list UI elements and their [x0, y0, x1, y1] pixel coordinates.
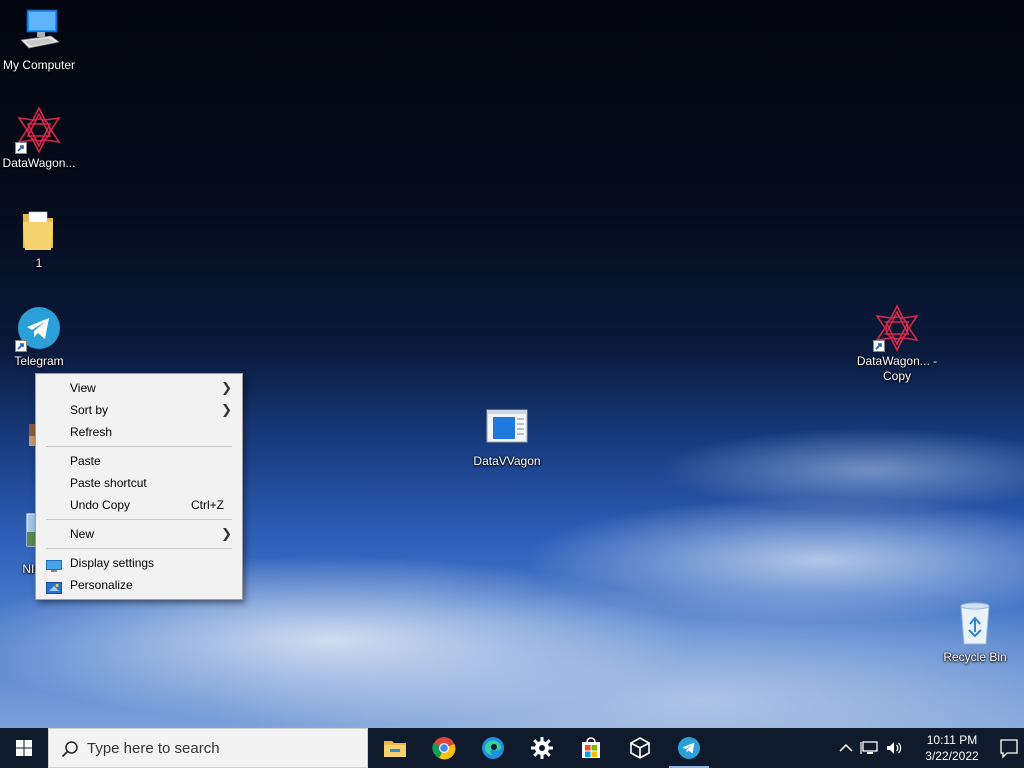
taskbar: 10:11 PM 3/22/2022 [0, 728, 1024, 768]
taskbar-file-explorer[interactable] [371, 728, 419, 768]
menu-item-label: Refresh [70, 425, 113, 439]
cube-icon [630, 737, 650, 759]
menu-item-undo-copy[interactable]: Undo Copy Ctrl+Z [36, 494, 242, 516]
menu-item-paste-shortcut[interactable]: Paste shortcut [36, 472, 242, 494]
icon-label: 1 [35, 256, 43, 270]
taskbar-microsoft-store[interactable] [567, 728, 615, 768]
chevron-right-icon: ❯ [221, 402, 232, 417]
clock-time: 10:11 PM [926, 733, 978, 747]
menu-item-refresh[interactable]: Refresh [36, 421, 242, 443]
desktop-context-menu: View ❯ Sort by ❯ Refresh Paste Paste sho… [35, 373, 243, 600]
edge-icon [482, 737, 504, 759]
taskbar-3d-box[interactable] [616, 728, 664, 768]
menu-item-label: Sort by [70, 403, 109, 417]
chevron-right-icon: ❯ [221, 380, 232, 395]
volume-icon [887, 742, 902, 754]
menu-item-label: Paste shortcut [70, 476, 147, 490]
menu-item-display-settings[interactable]: Display settings [36, 552, 242, 574]
icon-label: DataVVagon [473, 454, 541, 468]
store-icon [582, 737, 600, 758]
desktop[interactable]: My Computer DataWagon... 1 Telegram NIG … [0, 0, 1024, 728]
taskbar-search-box[interactable] [48, 728, 368, 768]
menu-item-label: View [70, 381, 96, 395]
recycle-bin-icon [951, 600, 999, 648]
icon-label: My Computer [2, 58, 76, 72]
icon-label: Recycle Bin [943, 650, 1007, 664]
menu-item-sort-by[interactable]: Sort by ❯ [36, 399, 242, 421]
display-settings-icon [46, 557, 62, 572]
menu-item-label: Personalize [70, 578, 133, 592]
icon-label: DataWagon... - Copy [856, 354, 938, 383]
desktop-icon-folder-1[interactable]: 1 [0, 206, 78, 271]
show-hidden-icons-button[interactable] [836, 738, 856, 758]
chevron-right-icon: ❯ [221, 526, 232, 541]
network-icon [860, 741, 878, 754]
menu-item-paste[interactable]: Paste [36, 450, 242, 472]
personalize-icon [46, 579, 62, 594]
menu-item-view[interactable]: View ❯ [36, 377, 242, 399]
icon-label: DataWagon... [2, 156, 76, 170]
datawagon-icon [873, 304, 921, 352]
gear-icon [531, 737, 553, 759]
folder-icon [384, 741, 406, 757]
telegram-icon [678, 737, 700, 759]
clock-date: 3/22/2022 [925, 749, 979, 763]
shortcut-arrow-icon [15, 142, 27, 154]
keyboard-shortcut: Ctrl+Z [191, 498, 224, 512]
taskbar-chrome[interactable] [420, 728, 468, 768]
menu-item-label: New [70, 527, 95, 541]
volume-icon-button[interactable] [884, 738, 904, 758]
shortcut-arrow-icon [15, 340, 27, 352]
taskbar-clock[interactable]: 10:11 PM 3/22/2022 [920, 732, 984, 764]
taskbar-telegram[interactable] [665, 728, 713, 768]
start-button[interactable] [0, 728, 48, 768]
desktop-icon-datavvagon[interactable]: DataVVagon [468, 404, 546, 469]
taskbar-settings[interactable] [518, 728, 566, 768]
windows-logo-icon [16, 740, 32, 756]
menu-separator [46, 519, 232, 520]
application-window-icon [483, 404, 531, 452]
notification-icon [1000, 739, 1018, 759]
menu-item-personalize[interactable]: Personalize [36, 574, 242, 596]
chrome-icon [432, 737, 456, 760]
telegram-icon [15, 304, 63, 352]
desktop-icon-recycle-bin[interactable]: Recycle Bin [936, 600, 1014, 665]
menu-item-new[interactable]: New ❯ [36, 523, 242, 545]
folder-icon [15, 206, 63, 254]
datawagon-icon [15, 106, 63, 154]
shortcut-arrow-icon [873, 340, 885, 352]
menu-item-label: Paste [70, 454, 101, 468]
system-tray: 10:11 PM 3/22/2022 [824, 728, 1024, 768]
computer-icon [15, 8, 63, 56]
menu-separator [46, 548, 232, 549]
desktop-icon-datawagon[interactable]: DataWagon... [0, 106, 78, 171]
search-input[interactable] [87, 729, 357, 767]
desktop-icon-my-computer[interactable]: My Computer [0, 8, 78, 73]
search-icon [61, 741, 78, 758]
menu-separator [46, 446, 232, 447]
action-center-button[interactable] [994, 728, 1024, 768]
taskbar-edge[interactable] [469, 728, 517, 768]
menu-item-label: Display settings [70, 556, 155, 570]
chevron-up-icon [839, 743, 853, 752]
icon-label: Telegram [14, 354, 64, 368]
network-icon-button[interactable] [860, 738, 880, 758]
menu-item-label: Undo Copy [70, 498, 131, 512]
desktop-icon-telegram[interactable]: Telegram [0, 304, 78, 369]
desktop-icon-datawagon-copy[interactable]: DataWagon... - Copy [854, 304, 940, 384]
